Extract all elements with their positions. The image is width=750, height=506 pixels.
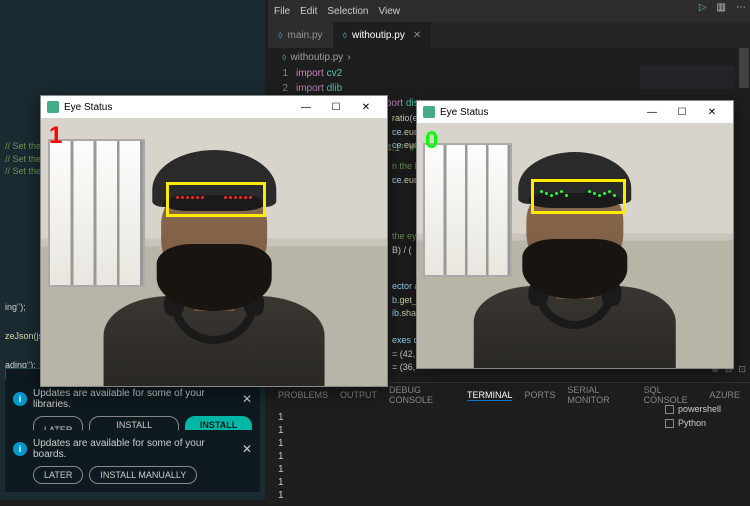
shell-powershell[interactable]: powershell <box>661 402 746 416</box>
scrollbar-thumb[interactable] <box>739 48 749 88</box>
panel-tab-output[interactable]: OUTPUT <box>340 390 377 400</box>
python-file-icon: ⬨ <box>282 52 287 63</box>
maximize-button[interactable]: ☐ <box>667 102 697 122</box>
tab-label: main.py <box>288 30 323 41</box>
editor-tabs: ⬨ main.py ⬨ withoutip.py ✕ <box>268 22 750 48</box>
maximize-button[interactable]: ☐ <box>321 97 351 117</box>
tab-main-py[interactable]: ⬨ main.py <box>268 22 333 48</box>
menu-view[interactable]: View <box>379 6 401 17</box>
shell-python[interactable]: Python <box>661 416 746 430</box>
icon[interactable]: ⊡ <box>738 364 746 375</box>
later-button[interactable]: LATER <box>33 466 83 484</box>
tab-withoutip-py[interactable]: ⬨ withoutip.py ✕ <box>333 22 432 48</box>
chevron-right-icon: › <box>347 52 350 63</box>
window-titlebar[interactable]: Eye Status — ☐ ✕ <box>417 101 733 123</box>
shell-icon <box>665 405 674 414</box>
panel-tab-serial-monitor[interactable]: SERIAL MONITOR <box>567 385 631 405</box>
vertical-scrollbar[interactable] <box>738 48 750 382</box>
info-icon: i <box>13 392 27 406</box>
close-button[interactable]: ✕ <box>351 97 381 117</box>
close-button[interactable]: ✕ <box>697 102 727 122</box>
eye-landmarks-left <box>540 192 568 195</box>
shell-label: powershell <box>678 404 721 414</box>
panel-tab-problems[interactable]: PROBLEMS <box>278 390 328 400</box>
python-file-icon: ⬨ <box>343 30 348 41</box>
eye-landmarks-right <box>224 196 252 199</box>
window-title: Eye Status <box>440 107 637 118</box>
menu-selection[interactable]: Selection <box>327 6 368 17</box>
close-icon[interactable]: ✕ <box>242 442 252 456</box>
minimize-button[interactable]: — <box>637 102 667 122</box>
menu-edit[interactable]: Edit <box>300 6 317 17</box>
info-icon: i <box>13 442 27 456</box>
window-title: Eye Status <box>64 102 291 113</box>
shell-label: Python <box>678 418 706 428</box>
panel-tab-azure[interactable]: AZURE <box>709 390 740 400</box>
menubar: File Edit Selection View <box>268 0 750 22</box>
webcam-feed: 1 <box>41 118 387 386</box>
eye-bounding-box <box>531 179 626 213</box>
breadcrumb[interactable]: ⬨ withoutip.py › <box>268 48 750 66</box>
close-icon[interactable]: ✕ <box>242 392 252 406</box>
python-app-icon <box>423 106 435 118</box>
update-notification-boards: i Updates are available for some of your… <box>5 430 260 492</box>
install-manually-button[interactable]: INSTALL MANUALLY <box>89 466 197 484</box>
webcam-feed: 0 <box>417 123 733 368</box>
close-icon[interactable]: ✕ <box>413 30 421 41</box>
opencv-window-eye-status-open[interactable]: Eye Status — ☐ ✕ 0 <box>416 100 734 369</box>
eye-status-value: 1 <box>49 122 62 150</box>
eye-status-value: 0 <box>425 127 438 155</box>
terminal-shell-list: powershell Python <box>661 402 746 430</box>
breadcrumb-file: withoutip.py <box>291 52 344 63</box>
eye-landmarks-left <box>176 196 204 199</box>
shell-icon <box>665 419 674 428</box>
python-app-icon <box>47 101 59 113</box>
split-editor-icon[interactable]: ▥ <box>717 2 726 13</box>
tab-label: withoutip.py <box>352 30 405 41</box>
notification-text: Updates are available for some of your b… <box>33 438 236 460</box>
run-icon[interactable]: ▷ <box>699 2 707 13</box>
panel-tab-ports[interactable]: PORTS <box>524 390 555 400</box>
notification-text: Updates are available for some of your l… <box>33 388 236 410</box>
opencv-window-eye-status-closed[interactable]: Eye Status — ☐ ✕ 1 <box>40 95 388 387</box>
eye-bounding-box <box>166 182 266 217</box>
menu-file[interactable]: File <box>274 6 290 17</box>
panel-tab-terminal[interactable]: TERMINAL <box>467 390 513 401</box>
terminal-panel: PROBLEMS OUTPUT DEBUG CONSOLE TERMINAL PORTS… <box>268 382 750 500</box>
python-file-icon: ⬨ <box>278 30 283 41</box>
minimize-button[interactable]: — <box>291 97 321 117</box>
panel-tab-debug-console[interactable]: DEBUG CONSOLE <box>389 385 455 405</box>
window-titlebar[interactable]: Eye Status — ☐ ✕ <box>41 96 387 118</box>
more-icon[interactable]: ⋯ <box>736 2 746 13</box>
eye-landmarks-right <box>588 192 616 195</box>
editor-action-icons: ▷ ▥ ⋯ <box>699 2 746 13</box>
